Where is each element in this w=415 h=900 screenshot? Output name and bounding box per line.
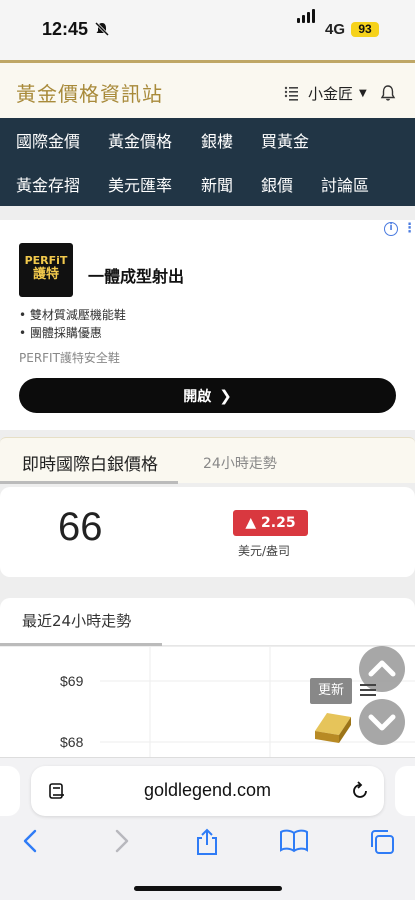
notification-bell-icon[interactable] (379, 84, 397, 102)
tab-24h-trend[interactable]: 24小時走勢 (203, 453, 277, 473)
address-bar[interactable]: goldlegend.com (31, 766, 384, 816)
hamburger-menu-icon[interactable] (360, 684, 376, 699)
ad-open-button[interactable]: 開啟 ❯ (19, 378, 396, 413)
prev-tab-pill[interactable] (0, 766, 20, 816)
y-tick-label: $69 (60, 673, 84, 689)
scroll-down-button[interactable] (359, 699, 405, 745)
ad-logo-line2: 護特 (32, 267, 59, 282)
price-unit: 美元/盎司 (238, 544, 291, 558)
forward-icon[interactable] (110, 828, 132, 854)
ad-more-icon[interactable]: ⋮ (403, 221, 415, 236)
user-list-icon (284, 86, 298, 101)
main-nav: 國際金價 黃金價格 銀樓 買黃金 黃金存摺 美元匯率 新聞 銀價 討論區 (0, 118, 415, 206)
ad-bullet: • 雙材質減壓機能鞋 (19, 308, 126, 322)
ad-logo: PERFiT 護特 (19, 243, 73, 297)
site-title[interactable]: 黃金價格資訊站 (16, 78, 163, 107)
silent-bell-icon (94, 21, 110, 37)
silver-tabs: 即時國際白銀價格 24小時走勢 (0, 437, 415, 484)
chevron-right-icon: ❯ (219, 386, 232, 405)
user-menu[interactable]: 小金匠 ▼ (284, 81, 397, 105)
nav-item-news[interactable]: 新聞 (201, 172, 233, 196)
status-time: 12:45 (42, 19, 89, 39)
share-icon[interactable] (194, 828, 220, 856)
nav-item-gold-passbook[interactable]: 黃金存摺 (16, 172, 80, 196)
site-header: 黃金價格資訊站 小金匠 ▼ (0, 60, 415, 118)
nav-item-silver-price[interactable]: 銀價 (261, 172, 293, 196)
home-indicator (134, 886, 282, 891)
url-text: goldlegend.com (143, 780, 272, 800)
status-bar: 12:45 4G 93 (0, 0, 415, 60)
price-change-badge: ▲ 2.25 (233, 510, 308, 536)
ad-brand: PERFIT護特安全鞋 (19, 351, 120, 365)
bookmarks-icon[interactable] (279, 828, 309, 854)
nav-item-jewelry-store[interactable]: 銀樓 (201, 128, 233, 152)
next-tab-pill[interactable] (395, 766, 415, 816)
nav-item-gold-price[interactable]: 黃金價格 (108, 128, 172, 152)
nav-item-buy-gold[interactable]: 買黃金 (261, 128, 309, 152)
battery-icon: 93 (351, 22, 379, 37)
ad-banner[interactable]: PERFiT 護特 一體成型射出 i ⋮ • 雙材質減壓機能鞋 • 團體採購優惠… (0, 220, 415, 430)
network-type: 4G (325, 21, 346, 38)
nav-row-1: 國際金價 黃金價格 銀樓 買黃金 (0, 118, 415, 162)
nav-item-intl-gold[interactable]: 國際金價 (16, 128, 80, 152)
gold-bar-icon[interactable] (309, 709, 353, 745)
nav-row-2: 黃金存摺 美元匯率 新聞 銀價 討論區 (0, 162, 415, 206)
ad-bullet: • 團體採購優惠 (19, 326, 102, 340)
tab-realtime-silver-label: 即時國際白銀價格 (22, 455, 158, 475)
trend-header: 最近24小時走勢 (0, 598, 415, 646)
silver-price: 66 (58, 505, 103, 549)
tabs-icon[interactable] (368, 828, 396, 856)
ad-logo-line1: PERFiT (24, 254, 68, 267)
browser-chrome: goldlegend.com (0, 757, 415, 900)
nav-item-forum[interactable]: 討論區 (321, 172, 369, 196)
nav-item-usd-rate[interactable]: 美元匯率 (108, 172, 172, 196)
update-button[interactable]: 更新 (310, 678, 352, 704)
trend-title: 最近24小時走勢 (22, 612, 132, 630)
reload-icon[interactable] (349, 780, 371, 802)
y-tick-label: $68 (60, 734, 84, 750)
ad-info-icon[interactable]: i (384, 222, 398, 236)
ad-title: 一體成型射出 (88, 267, 185, 286)
chevron-down-icon (368, 714, 396, 731)
silver-price-card: 66 ▲ 2.25 美元/盎司 (0, 487, 415, 577)
tab-recent-24h[interactable]: 最近24小時走勢 (0, 598, 162, 646)
back-icon[interactable] (20, 828, 42, 854)
tab-realtime-silver[interactable]: 即時國際白銀價格 (0, 438, 178, 484)
ad-open-label: 開啟 (183, 388, 212, 405)
chevron-down-icon: ▼ (359, 87, 367, 99)
user-name: 小金匠 (308, 84, 354, 103)
